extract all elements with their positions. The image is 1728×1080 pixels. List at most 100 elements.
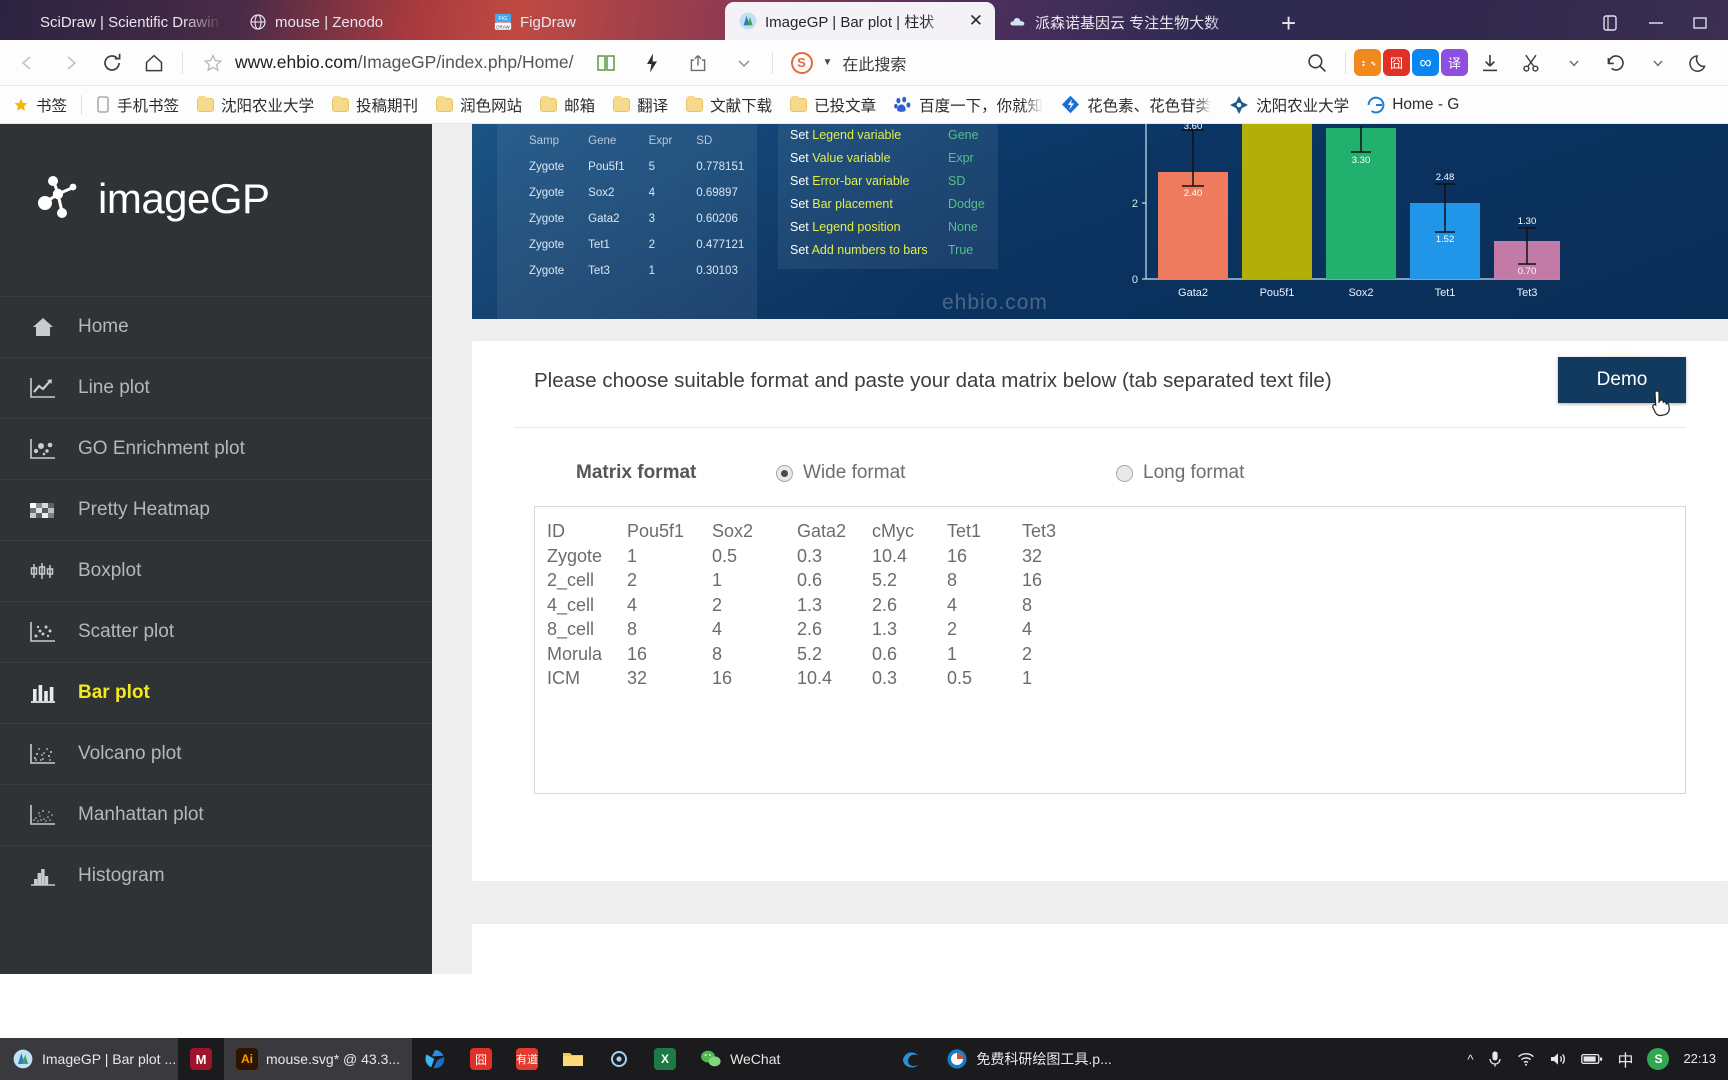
sidebar-item-line-plot[interactable]: Line plot xyxy=(0,357,432,418)
matrix-cell: 8_cell xyxy=(547,619,595,639)
battery-icon[interactable] xyxy=(1581,1052,1603,1066)
bookmark-item-baidu[interactable]: 百度一下，你就知 xyxy=(885,90,1052,120)
taskbar-item-wechat[interactable]: WeChat xyxy=(688,1038,792,1080)
taskbar-item-edge[interactable] xyxy=(888,1038,934,1080)
reader-mode-icon[interactable] xyxy=(586,46,626,80)
collections-icon[interactable] xyxy=(1602,14,1622,32)
divider xyxy=(182,51,183,74)
ime-indicator[interactable]: 中 xyxy=(1617,1047,1633,1071)
address-bar[interactable]: www.ehbio.com/ImageGP/index.php/Home/ xyxy=(191,46,584,80)
taskbar-item-ppt[interactable]: 免费科研绘图工具.p... xyxy=(934,1038,1123,1080)
sidebar-item-go-enrichment[interactable]: GO Enrichment plot xyxy=(0,418,432,479)
search-engine-badge[interactable]: S xyxy=(790,51,813,74)
browser-tab-zenodo[interactable]: mouse | Zenodo xyxy=(235,4,480,40)
data-matrix-textarea[interactable]: ID Pou5f1 Sox2 Gata2 cMyc Tet1 Tet3 Zygo… xyxy=(534,506,1686,794)
wifi-icon[interactable] xyxy=(1517,1051,1535,1067)
chevron-down-icon[interactable] xyxy=(1638,46,1678,80)
bookmark-item-shuqian[interactable]: 书签 xyxy=(4,90,76,120)
taskbar-item-browser[interactable] xyxy=(412,1038,458,1080)
bookmark-item-submitted[interactable]: 已投文章 xyxy=(781,90,885,120)
radio-button-icon[interactable] xyxy=(1116,464,1133,482)
bookmark-item-mobile[interactable]: 手机书签 xyxy=(87,90,188,120)
infinity-extension-icon[interactable]: ∞ xyxy=(1412,49,1439,76)
game-extension-icon[interactable] xyxy=(1354,49,1381,76)
matrix-cell: 4 xyxy=(627,594,638,615)
search-icon[interactable] xyxy=(1297,46,1337,80)
banner-td: 0.778151 xyxy=(696,161,745,173)
sidebar-item-volcano-plot[interactable]: Volcano plot xyxy=(0,723,432,784)
matrix-cell: Morula xyxy=(547,643,603,664)
histogram-icon xyxy=(30,865,56,887)
redbook-extension-icon[interactable]: 囧 xyxy=(1383,49,1410,76)
svg-text:DRAW: DRAW xyxy=(496,24,510,29)
translate-extension-icon[interactable]: 译 xyxy=(1441,49,1468,76)
sidebar-item-pretty-heatmap[interactable]: Pretty Heatmap xyxy=(0,479,432,540)
bookmark-item-polish[interactable]: 润色网站 xyxy=(427,90,531,120)
moon-icon[interactable] xyxy=(1680,46,1720,80)
sidebar-item-scatter-plot[interactable]: Scatter plot xyxy=(0,601,432,662)
lightning-icon[interactable] xyxy=(632,46,672,80)
back-icon[interactable] xyxy=(8,46,48,80)
maximize-button[interactable] xyxy=(1690,16,1710,30)
banner-setting-key: Bar placement xyxy=(812,197,893,211)
radio-wide-format[interactable]: Wide format xyxy=(776,462,1116,484)
forward-icon[interactable] xyxy=(50,46,90,80)
sidebar-item-label: Scatter plot xyxy=(78,621,175,642)
search-box[interactable]: S ▼ 在此搜索 xyxy=(790,51,906,75)
bookmark-item-syau1[interactable]: 沈阳农业大学 xyxy=(188,90,323,120)
star-icon[interactable] xyxy=(201,46,225,80)
bookmark-item-anthocyanin[interactable]: 花色素、花色苷类 xyxy=(1052,90,1220,120)
matrix-cell: 5.2 xyxy=(872,570,898,590)
download-icon[interactable] xyxy=(1470,46,1510,80)
taskbar-item-mendeley[interactable]: M xyxy=(178,1038,224,1080)
home-icon[interactable] xyxy=(134,46,174,80)
sidebar-item-bar-plot[interactable]: Bar plot xyxy=(0,662,432,723)
taskbar-item-redbook[interactable]: 囧 xyxy=(458,1038,504,1080)
taskbar-item-excel[interactable]: X xyxy=(642,1038,688,1080)
share-icon[interactable] xyxy=(678,46,718,80)
radio-long-format[interactable]: Long format xyxy=(1116,462,1456,484)
youdao-icon: 有道 xyxy=(516,1048,539,1070)
sogou-icon[interactable]: S xyxy=(1647,1048,1670,1070)
sidebar-item-manhattan-plot[interactable]: Manhattan plot xyxy=(0,784,432,845)
taskbar-item-youdao[interactable]: 有道 xyxy=(504,1038,550,1080)
reload-icon[interactable] xyxy=(92,46,132,80)
imagegp-icon xyxy=(12,1048,34,1070)
chevron-down-icon[interactable] xyxy=(724,46,764,80)
bookmark-item-home-g[interactable]: Home - G xyxy=(1358,90,1468,120)
browser-tab-figdraw[interactable]: FiG DRAW FigDraw xyxy=(480,4,725,40)
minimize-button[interactable] xyxy=(1646,17,1666,29)
taskbar-item-illustrator[interactable]: Ai mouse.svg* @ 43.3... xyxy=(224,1038,413,1080)
new-tab-button[interactable]: + xyxy=(1265,10,1312,40)
chevron-down-icon[interactable]: ▼ xyxy=(823,57,833,68)
browser-tab-personalbio[interactable]: 派森诺基因云 专注生物大数 xyxy=(995,4,1265,40)
taskbar-item-settings[interactable] xyxy=(596,1038,642,1080)
close-icon[interactable]: ✕ xyxy=(963,11,983,31)
radio-button-icon[interactable] xyxy=(776,464,793,482)
taskbar-clock[interactable]: 22:13 xyxy=(1683,1052,1716,1066)
bookmark-item-syau2[interactable]: 沈阳农业大学 xyxy=(1220,90,1358,120)
bookmark-item-translate[interactable]: 翻译 xyxy=(604,90,677,120)
browser-tab-imagegp-active[interactable]: ImageGP | Bar plot | 柱状 ✕ xyxy=(725,2,995,40)
volume-icon[interactable] xyxy=(1549,1051,1567,1067)
sidebar-item-home[interactable]: Home xyxy=(0,296,432,357)
tray-expand-chevron-icon[interactable]: ^ xyxy=(1467,1052,1473,1067)
undo-icon[interactable] xyxy=(1596,46,1636,80)
banner-setting-value: Gene xyxy=(948,128,979,142)
mic-icon[interactable] xyxy=(1487,1050,1503,1068)
browser-tab-scidraw[interactable]: SciDraw | Scientific Drawin xyxy=(0,4,235,40)
app-logo[interactable]: imageGP xyxy=(0,124,432,274)
scissors-icon[interactable] xyxy=(1512,46,1552,80)
bookmark-item-literature[interactable]: 文献下载 xyxy=(677,90,781,120)
taskbar-item-imagegp[interactable]: ImageGP | Bar plot ... xyxy=(0,1038,178,1080)
banner-setting-key: Value variable xyxy=(812,151,891,165)
chevron-down-icon[interactable] xyxy=(1554,46,1594,80)
boxplot-icon xyxy=(30,560,56,582)
bookmark-item-mail[interactable]: 邮箱 xyxy=(531,90,604,120)
sidebar-item-boxplot[interactable]: Boxplot xyxy=(0,540,432,601)
banner-table-row: Zygote Tet1 2 0.477121 xyxy=(529,233,766,257)
banner-setting-value: Expr xyxy=(948,151,974,165)
taskbar-item-explorer[interactable] xyxy=(550,1038,596,1080)
bookmark-item-journals[interactable]: 投稿期刊 xyxy=(323,90,427,120)
sidebar-item-histogram[interactable]: Histogram xyxy=(0,845,432,906)
